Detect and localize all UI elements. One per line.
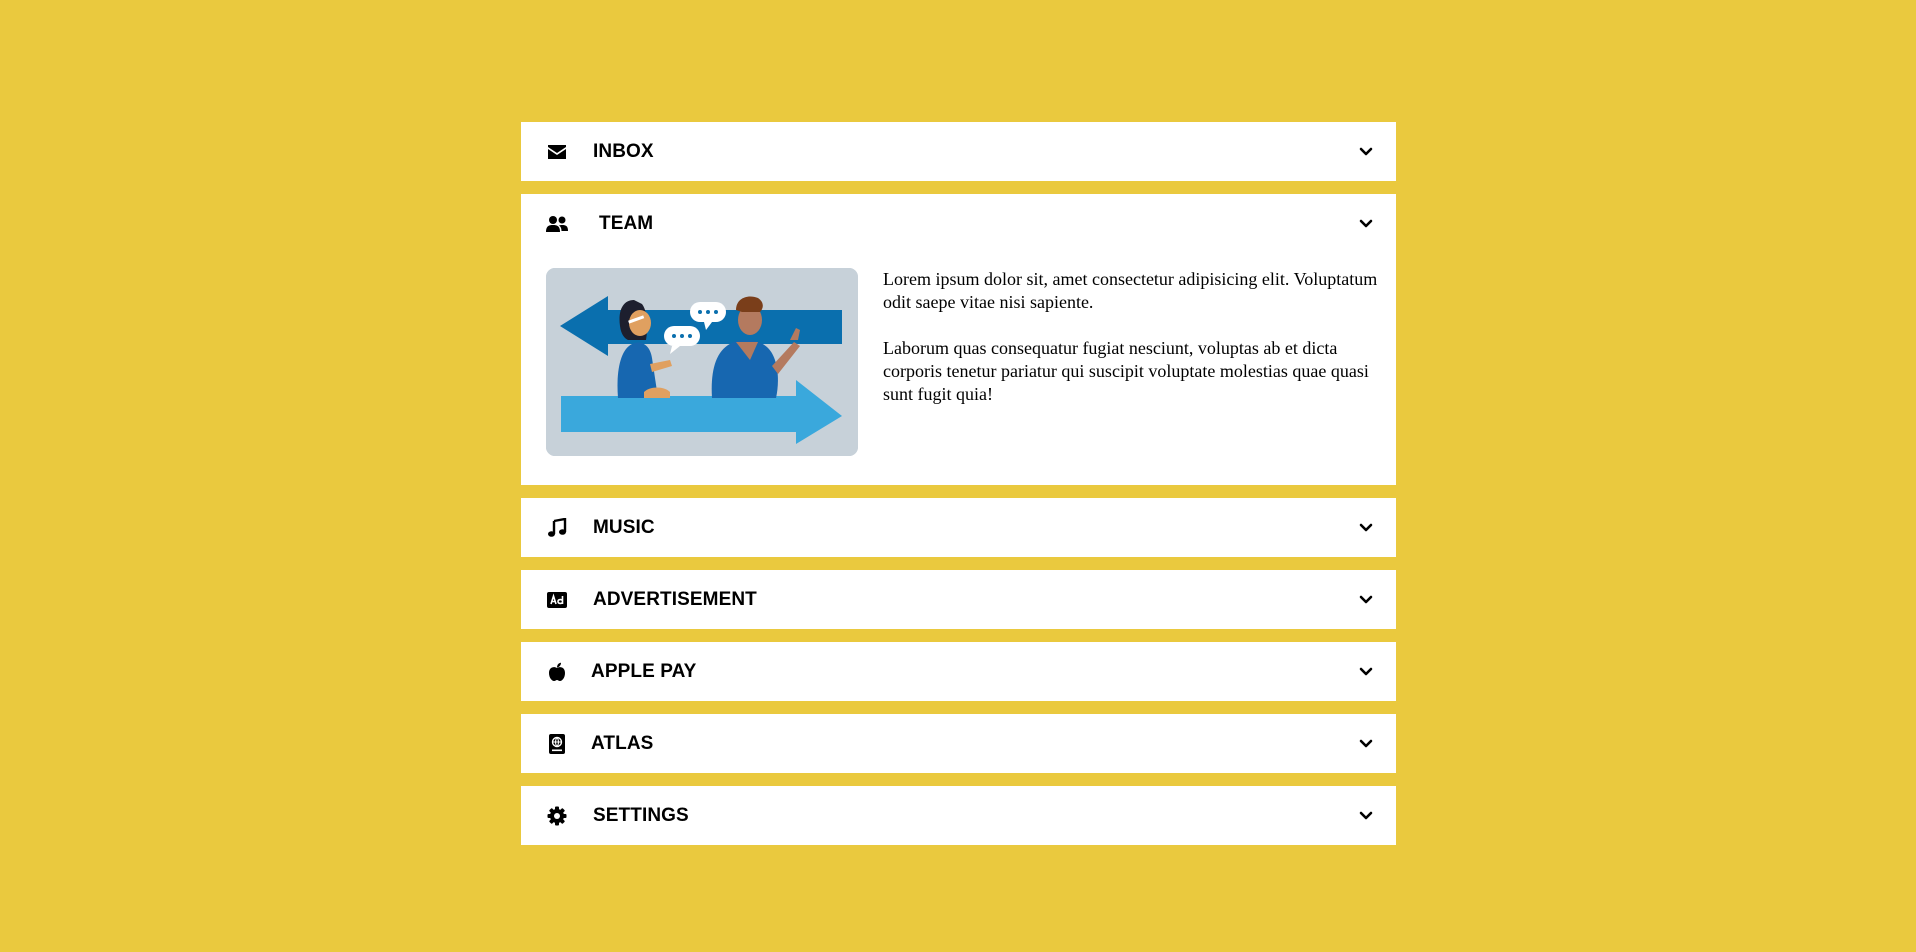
accordion-label-settings: SETTINGS — [593, 804, 689, 826]
music-note-icon — [545, 516, 569, 540]
accordion-label-advertisement: ADVERTISEMENT — [593, 588, 757, 610]
accordion-header-atlas[interactable]: ATLAS — [521, 714, 1396, 773]
chevron-down-icon[interactable] — [1358, 520, 1374, 536]
apple-icon — [545, 660, 569, 684]
users-icon — [545, 212, 569, 236]
team-illustration — [546, 268, 858, 456]
accordion-item-advertisement: ADVERTISEMENT — [521, 570, 1396, 629]
chevron-down-icon[interactable] — [1358, 216, 1374, 232]
chevron-down-icon[interactable] — [1358, 664, 1374, 680]
accordion-header-advertisement[interactable]: ADVERTISEMENT — [521, 570, 1396, 629]
accordion-item-atlas: ATLAS — [521, 714, 1396, 773]
chevron-down-icon[interactable] — [1358, 592, 1374, 608]
accordion-item-apple-pay: APPLE PAY — [521, 642, 1396, 701]
atlas-icon — [545, 732, 569, 756]
team-panel-text: Lorem ipsum dolor sit, amet consectetur … — [883, 268, 1393, 429]
accordion-header-settings[interactable]: SETTINGS — [521, 786, 1396, 845]
chevron-down-icon[interactable] — [1358, 144, 1374, 160]
team-paragraph-2: Laborum quas consequatur fugiat nesciunt… — [883, 338, 1369, 404]
accordion-header-inbox[interactable]: INBOX — [521, 122, 1396, 181]
chevron-down-icon[interactable] — [1358, 736, 1374, 752]
accordion-item-settings: SETTINGS — [521, 786, 1396, 845]
gear-icon — [545, 804, 569, 828]
accordion: INBOX TEAM Lorem ipsum dolor sit, amet c… — [521, 122, 1396, 858]
accordion-item-team: TEAM Lorem ipsum dolor sit, amet consect… — [521, 194, 1396, 485]
accordion-header-music[interactable]: MUSIC — [521, 498, 1396, 557]
ad-icon — [545, 588, 569, 612]
team-paragraph-1: Lorem ipsum dolor sit, amet consectetur … — [883, 269, 1378, 312]
accordion-header-apple-pay[interactable]: APPLE PAY — [521, 642, 1396, 701]
accordion-label-atlas: ATLAS — [591, 732, 654, 754]
chevron-down-icon[interactable] — [1358, 808, 1374, 824]
accordion-label-inbox: INBOX — [593, 140, 654, 162]
accordion-label-music: MUSIC — [593, 516, 655, 538]
accordion-label-team: TEAM — [599, 212, 654, 234]
accordion-item-music: MUSIC — [521, 498, 1396, 557]
accordion-item-inbox: INBOX — [521, 122, 1396, 181]
accordion-header-team[interactable]: TEAM — [521, 194, 1396, 253]
envelope-icon — [545, 140, 569, 164]
team-panel-content: Lorem ipsum dolor sit, amet consectetur … — [521, 253, 1396, 485]
accordion-label-apple-pay: APPLE PAY — [591, 660, 697, 682]
